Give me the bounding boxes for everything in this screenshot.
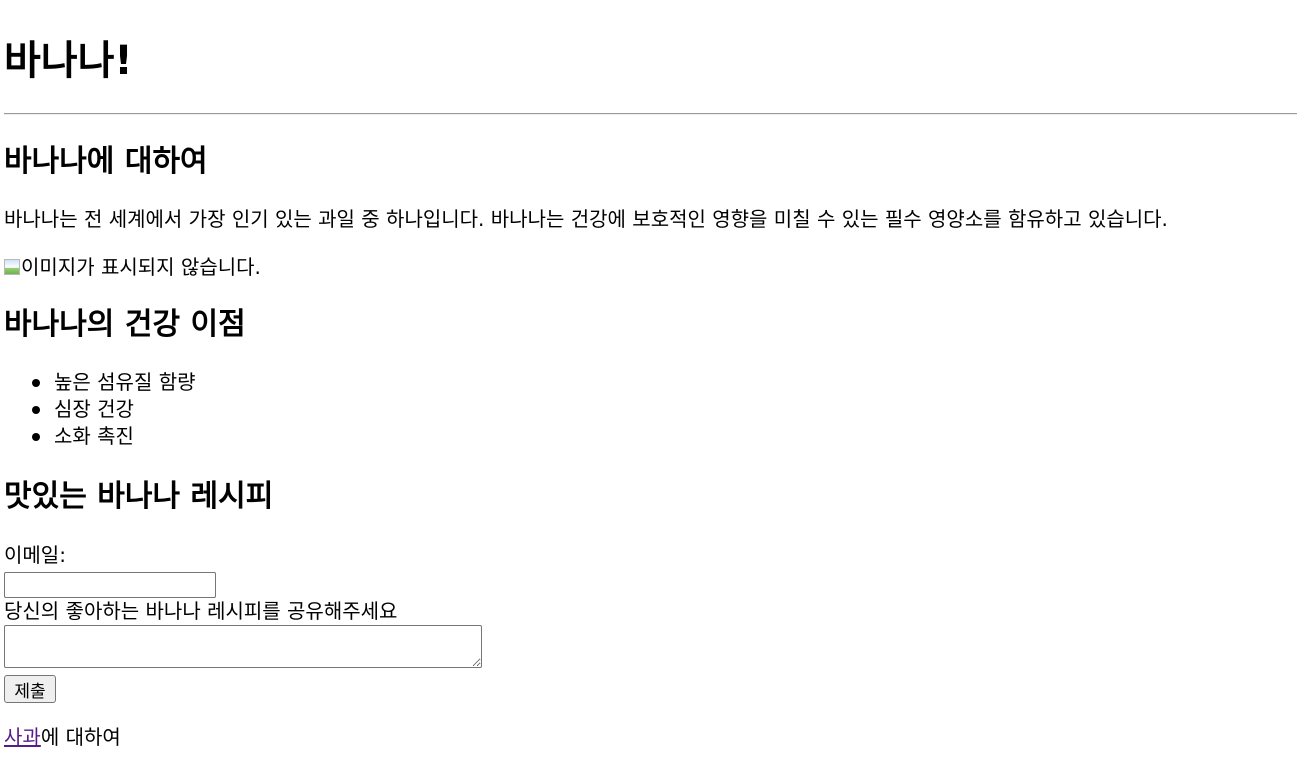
list-item: 소화 촉진: [32, 423, 196, 450]
apple-link[interactable]: 사과: [4, 725, 41, 749]
email-field[interactable]: [4, 572, 216, 598]
apple-link-suffix: 에 대하여: [40, 725, 121, 749]
banana-image-alt-text: 이미지가 표시되지 않습니다.: [21, 255, 261, 279]
about-heading: 바나나에 대하여: [4, 144, 208, 179]
broken-image-icon: [4, 259, 20, 275]
title-divider: [4, 113, 1297, 115]
recipe-textarea[interactable]: [4, 625, 482, 668]
page-title: 바나나!: [4, 38, 133, 84]
health-benefits-list: 높은 섬유질 함량 심장 건강 소화 촉진: [4, 369, 196, 450]
banana-image: 이미지가 표시되지 않습니다.: [4, 253, 261, 281]
list-item: 심장 건강: [32, 396, 196, 423]
recipe-label: 당신의 좋아하는 바나나 레시피를 공유해주세요: [4, 599, 398, 623]
about-description: 바나나는 전 세계에서 가장 인기 있는 과일 중 하나입니다. 바나나는 건강…: [4, 207, 1168, 231]
submit-button[interactable]: 제출: [4, 675, 56, 703]
list-item: 높은 섬유질 함량: [32, 370, 196, 394]
health-heading: 바나나의 건강 이점: [4, 307, 246, 342]
recipe-heading: 맛있는 바나나 레시피: [4, 479, 274, 514]
email-label: 이메일:: [4, 543, 66, 567]
footer-line: 사과에 대하여: [4, 723, 121, 751]
